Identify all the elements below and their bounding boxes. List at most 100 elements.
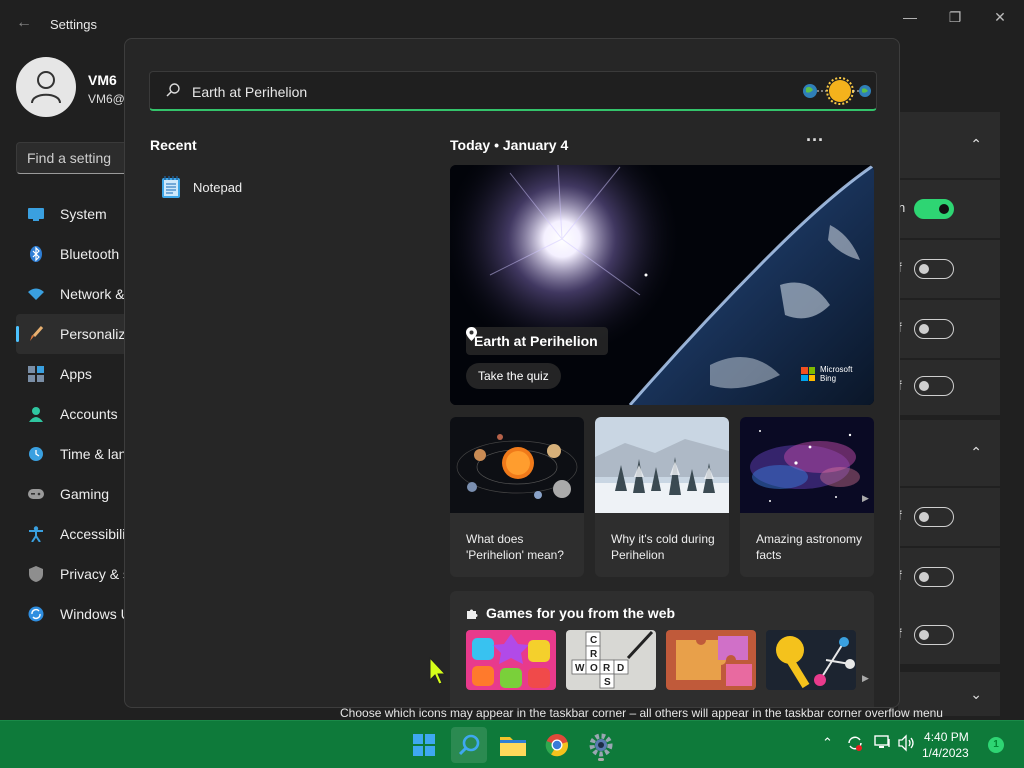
- solar-system-image: [450, 417, 584, 513]
- section-header[interactable]: ⌃: [898, 420, 1000, 486]
- sidebar-item-label: Personaliza: [60, 326, 134, 342]
- toggle-row: f: [898, 360, 1000, 415]
- game-tile-jewel-match[interactable]: [466, 630, 556, 690]
- close-button[interactable]: ✕: [988, 8, 1012, 28]
- monitor-icon: [28, 206, 44, 222]
- topic-card-cold-perihelion[interactable]: Why it's cold during Perihelion: [595, 417, 729, 577]
- taskbar: ⌃ 4:40 PM 1/4/2023 1: [0, 720, 1024, 768]
- taskbar-clock[interactable]: 4:40 PM 1/4/2023: [922, 729, 969, 761]
- svg-text:R: R: [603, 663, 611, 674]
- person-avatar-icon: [31, 71, 61, 104]
- toggle-switch[interactable]: [914, 259, 954, 279]
- start-button[interactable]: [406, 727, 442, 763]
- svg-text:C: C: [590, 635, 597, 646]
- svg-text:R: R: [590, 649, 598, 660]
- search-taskbar-button[interactable]: [451, 727, 487, 763]
- search-highlight-hero[interactable]: Earth at Perihelion Take the quiz Micros…: [450, 165, 874, 405]
- toggle-switch[interactable]: [914, 199, 954, 219]
- user-email: VM6@: [88, 92, 125, 106]
- game-tile-jigsaw[interactable]: [666, 630, 756, 690]
- accessibility-icon: [28, 526, 44, 542]
- topic-card-perihelion-meaning[interactable]: What does 'Perihelion' mean?: [450, 417, 584, 577]
- maximize-button[interactable]: ❐: [943, 8, 967, 28]
- snowy-forest-image: [595, 417, 729, 513]
- sidebar-item-label: System: [60, 206, 107, 222]
- puzzle-icon: [467, 609, 478, 619]
- chevron-up-icon[interactable]: ⌃: [970, 136, 982, 153]
- minimize-button[interactable]: —: [898, 8, 922, 28]
- sidebar-item-label: Time & lan: [60, 446, 127, 462]
- search-query: Earth at Perihelion: [192, 84, 308, 100]
- gamepad-icon: [28, 486, 44, 502]
- toggle-row: f: [898, 548, 1000, 606]
- chevron-down-icon[interactable]: ⌄: [970, 686, 982, 703]
- toggle-switch[interactable]: [914, 319, 954, 339]
- search-icon: [458, 734, 480, 756]
- next-arrow-icon[interactable]: ▶: [862, 493, 869, 504]
- volume-icon[interactable]: [898, 734, 916, 755]
- back-arrow-icon[interactable]: ←: [16, 14, 34, 32]
- person-icon: [28, 406, 44, 422]
- file-explorer-button[interactable]: [495, 727, 531, 763]
- topic-card-astronomy-facts[interactable]: Amazing astronomy facts: [740, 417, 874, 577]
- take-quiz-button[interactable]: Take the quiz: [466, 363, 561, 389]
- desktop: ← Settings — ❐ ✕ VM6 VM6@ Find a setting…: [0, 0, 1024, 768]
- app-title: Settings: [50, 17, 97, 32]
- sidebar-item-label: Privacy & s: [60, 566, 131, 582]
- toggle-row: n: [898, 180, 1000, 238]
- search-icon: [166, 83, 180, 97]
- show-hidden-icons-button[interactable]: ⌃: [822, 735, 833, 751]
- sync-status-icon[interactable]: [846, 734, 864, 755]
- topic-cards: What does 'Perihelion' mean? Why it's co…: [450, 417, 874, 577]
- recent-item-label: Notepad: [193, 179, 243, 195]
- avatar[interactable]: [16, 57, 76, 117]
- gear-icon: [589, 733, 613, 757]
- toggle-row: f: [898, 488, 1000, 546]
- user-name: VM6: [88, 72, 117, 88]
- recent-heading: Recent: [150, 137, 197, 153]
- toggle-switch[interactable]: [914, 376, 954, 396]
- search-input[interactable]: Earth at Perihelion: [149, 71, 877, 111]
- running-indicator: [598, 758, 604, 761]
- folder-icon: [500, 737, 526, 756]
- sidebar-item-label: Network &: [60, 286, 125, 302]
- game-tile-connect[interactable]: [766, 630, 856, 690]
- connect-game-thumbnail: [766, 630, 856, 690]
- today-date-heading: Today • January 4: [450, 137, 569, 153]
- recent-item-notepad[interactable]: Notepad: [161, 173, 321, 201]
- svg-text:D: D: [617, 663, 624, 674]
- sidebar-item-label: Gaming: [60, 486, 110, 502]
- apps-icon: [28, 366, 44, 382]
- sidebar-item-label: Bluetooth: [60, 246, 120, 262]
- svg-text:S: S: [604, 677, 611, 688]
- shield-icon: [28, 566, 44, 582]
- windows-logo-icon: [413, 734, 435, 756]
- bluetooth-icon: [28, 246, 44, 262]
- chrome-icon: [545, 734, 569, 757]
- network-icon[interactable]: [874, 734, 892, 755]
- game-tile-crossword[interactable]: CRWORDS: [566, 630, 656, 690]
- sidebar-item-label: Accessibili: [60, 526, 126, 542]
- games-heading: Games for you from the web: [466, 605, 675, 621]
- search-highlight-icon[interactable]: [802, 76, 872, 106]
- wifi-icon: [28, 286, 44, 302]
- sidebar-item-label: Accounts: [60, 406, 118, 422]
- next-arrow-icon[interactable]: ▶: [862, 673, 869, 684]
- svg-text:O: O: [590, 663, 598, 674]
- chrome-button[interactable]: [539, 727, 575, 763]
- taskbar-corner-description: Choose which icons may appear in the tas…: [340, 706, 943, 720]
- section-header[interactable]: ⌃: [898, 112, 1000, 178]
- toggle-switch[interactable]: [914, 567, 954, 587]
- toggle-switch[interactable]: [914, 507, 954, 527]
- chevron-up-icon[interactable]: ⌃: [970, 444, 982, 461]
- jewel-game-thumbnail: [466, 630, 556, 690]
- notification-badge[interactable]: 1: [988, 737, 1004, 753]
- settings-taskbar-button[interactable]: [583, 727, 619, 763]
- games-section: Games for you from the web C R W O R D S…: [450, 591, 874, 707]
- toggle-switch[interactable]: [914, 625, 954, 645]
- brush-icon: [28, 326, 44, 342]
- hero-title[interactable]: Earth at Perihelion: [466, 327, 608, 355]
- clock-time: 4:40 PM: [924, 730, 969, 744]
- more-options-button[interactable]: ···: [801, 131, 829, 155]
- find-setting-input[interactable]: Find a setting: [16, 142, 136, 174]
